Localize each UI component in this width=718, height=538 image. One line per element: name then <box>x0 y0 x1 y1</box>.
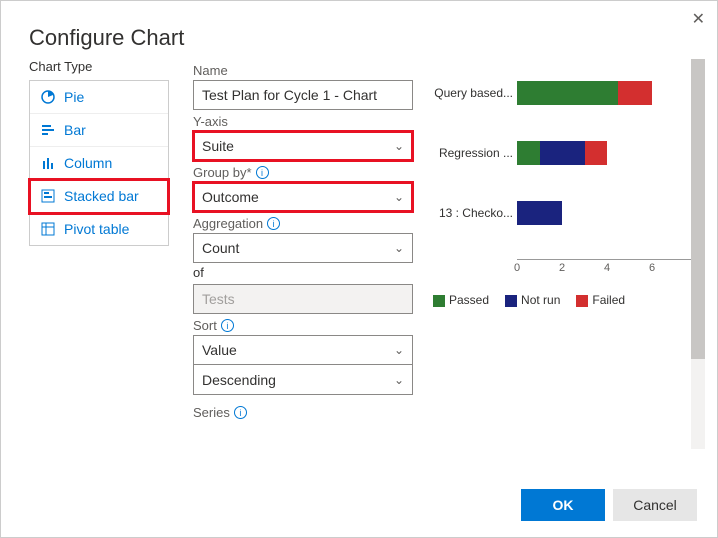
group-by-label-text: Group by* <box>193 165 252 180</box>
chevron-down-icon: ⌄ <box>394 241 404 255</box>
aggregation-label-text: Aggregation <box>193 216 263 231</box>
dialog-title: Configure Chart <box>1 1 717 59</box>
chart-tick: 2 <box>559 262 565 274</box>
sort-direction-value: Descending <box>202 372 276 388</box>
chart-tick: 0 <box>514 262 520 274</box>
chart-bar-row: 13 : Checko... <box>433 199 701 227</box>
cancel-button[interactable]: Cancel <box>613 489 697 521</box>
chevron-down-icon: ⌄ <box>394 373 404 387</box>
chevron-down-icon: ⌄ <box>394 190 404 204</box>
of-label: of <box>193 265 413 280</box>
chart-legend: Passed Not run Failed <box>433 293 701 307</box>
legend-passed: Passed <box>449 293 489 307</box>
sort-field-select[interactable]: Value ⌄ <box>193 335 413 365</box>
legend-swatch-notrun <box>505 295 517 307</box>
sort-label: Sort i <box>193 318 413 333</box>
chart-preview: Query based... Regression ... 13 : Checko.… <box>433 79 701 227</box>
ok-button[interactable]: OK <box>521 489 605 521</box>
yaxis-select[interactable]: Suite ⌄ <box>193 131 413 161</box>
legend-swatch-failed <box>576 295 588 307</box>
chart-category-label: Query based... <box>433 86 513 100</box>
cancel-button-label: Cancel <box>633 497 677 513</box>
aggregation-value: Count <box>202 240 239 256</box>
chart-type-bar[interactable]: Bar <box>30 114 168 147</box>
chart-type-column[interactable]: Column <box>30 147 168 180</box>
scrollbar-thumb[interactable] <box>691 59 705 359</box>
sort-field-value: Value <box>202 342 237 358</box>
close-icon[interactable]: ✕ <box>692 9 705 29</box>
name-input-value: Test Plan for Cycle 1 - Chart <box>202 87 377 103</box>
chart-type-column-label: Column <box>64 155 112 171</box>
chart-tick: 6 <box>649 262 655 274</box>
name-input[interactable]: Test Plan for Cycle 1 - Chart <box>193 80 413 110</box>
of-value-text: Tests <box>202 291 235 307</box>
yaxis-label: Y-axis <box>193 114 413 129</box>
aggregation-label: Aggregation i <box>193 216 413 231</box>
scrollbar[interactable] <box>691 59 705 449</box>
chart-segment <box>517 141 540 165</box>
chart-type-pivot-label: Pivot table <box>64 221 129 237</box>
group-by-value: Outcome <box>202 189 259 205</box>
chart-type-list: Pie Bar Column Stacked bar Pivot table <box>29 80 169 246</box>
info-icon[interactable]: i <box>256 166 269 179</box>
sort-direction-select[interactable]: Descending ⌄ <box>193 365 413 395</box>
info-icon[interactable]: i <box>221 319 234 332</box>
ok-button-label: OK <box>553 497 574 513</box>
legend-failed: Failed <box>592 293 625 307</box>
chart-tick: 4 <box>604 262 610 274</box>
chart-segment <box>517 201 562 225</box>
yaxis-value: Suite <box>202 138 234 154</box>
chart-type-pie-label: Pie <box>64 89 84 105</box>
chart-type-label: Chart Type <box>29 59 169 74</box>
info-icon[interactable]: i <box>267 217 280 230</box>
chart-category-label: 13 : Checko... <box>433 206 513 220</box>
chart-segment <box>517 81 618 105</box>
chart-segment <box>540 141 585 165</box>
bar-icon <box>40 122 56 138</box>
chart-type-stacked-label: Stacked bar <box>64 188 139 204</box>
aggregation-select[interactable]: Count ⌄ <box>193 233 413 263</box>
chart-category-label: Regression ... <box>433 146 513 160</box>
column-icon <box>40 155 56 171</box>
group-by-label: Group by* i <box>193 165 413 180</box>
group-by-select[interactable]: Outcome ⌄ <box>193 182 413 212</box>
chevron-down-icon: ⌄ <box>394 139 404 153</box>
of-value: Tests <box>193 284 413 314</box>
series-label: Series i <box>193 405 413 420</box>
name-label: Name <box>193 63 413 78</box>
chevron-down-icon: ⌄ <box>394 343 404 357</box>
pie-icon <box>40 89 56 105</box>
info-icon[interactable]: i <box>234 406 247 419</box>
chart-segment <box>618 81 652 105</box>
chart-type-pivot[interactable]: Pivot table <box>30 213 168 245</box>
legend-swatch-passed <box>433 295 445 307</box>
chart-segment <box>585 141 608 165</box>
chart-bar-row: Regression ... <box>433 139 701 167</box>
chart-type-bar-label: Bar <box>64 122 86 138</box>
chart-type-stacked-bar[interactable]: Stacked bar <box>30 180 168 213</box>
stacked-bar-icon <box>40 188 56 204</box>
chart-x-axis: 02468 <box>517 259 697 277</box>
series-label-text: Series <box>193 405 230 420</box>
chart-bar-row: Query based... <box>433 79 701 107</box>
sort-label-text: Sort <box>193 318 217 333</box>
legend-notrun: Not run <box>521 293 560 307</box>
chart-type-pie[interactable]: Pie <box>30 81 168 114</box>
pivot-icon <box>40 221 56 237</box>
